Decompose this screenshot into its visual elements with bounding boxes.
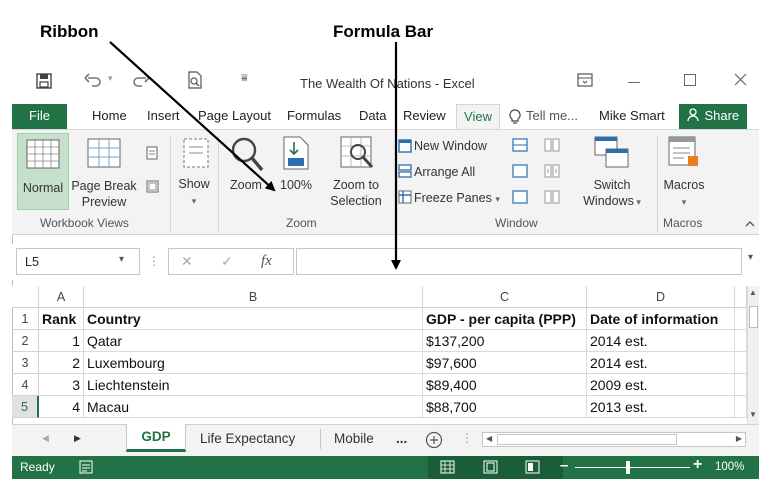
annotation-arrows: [109, 41, 401, 270]
ribbon-arrow: [109, 41, 276, 192]
